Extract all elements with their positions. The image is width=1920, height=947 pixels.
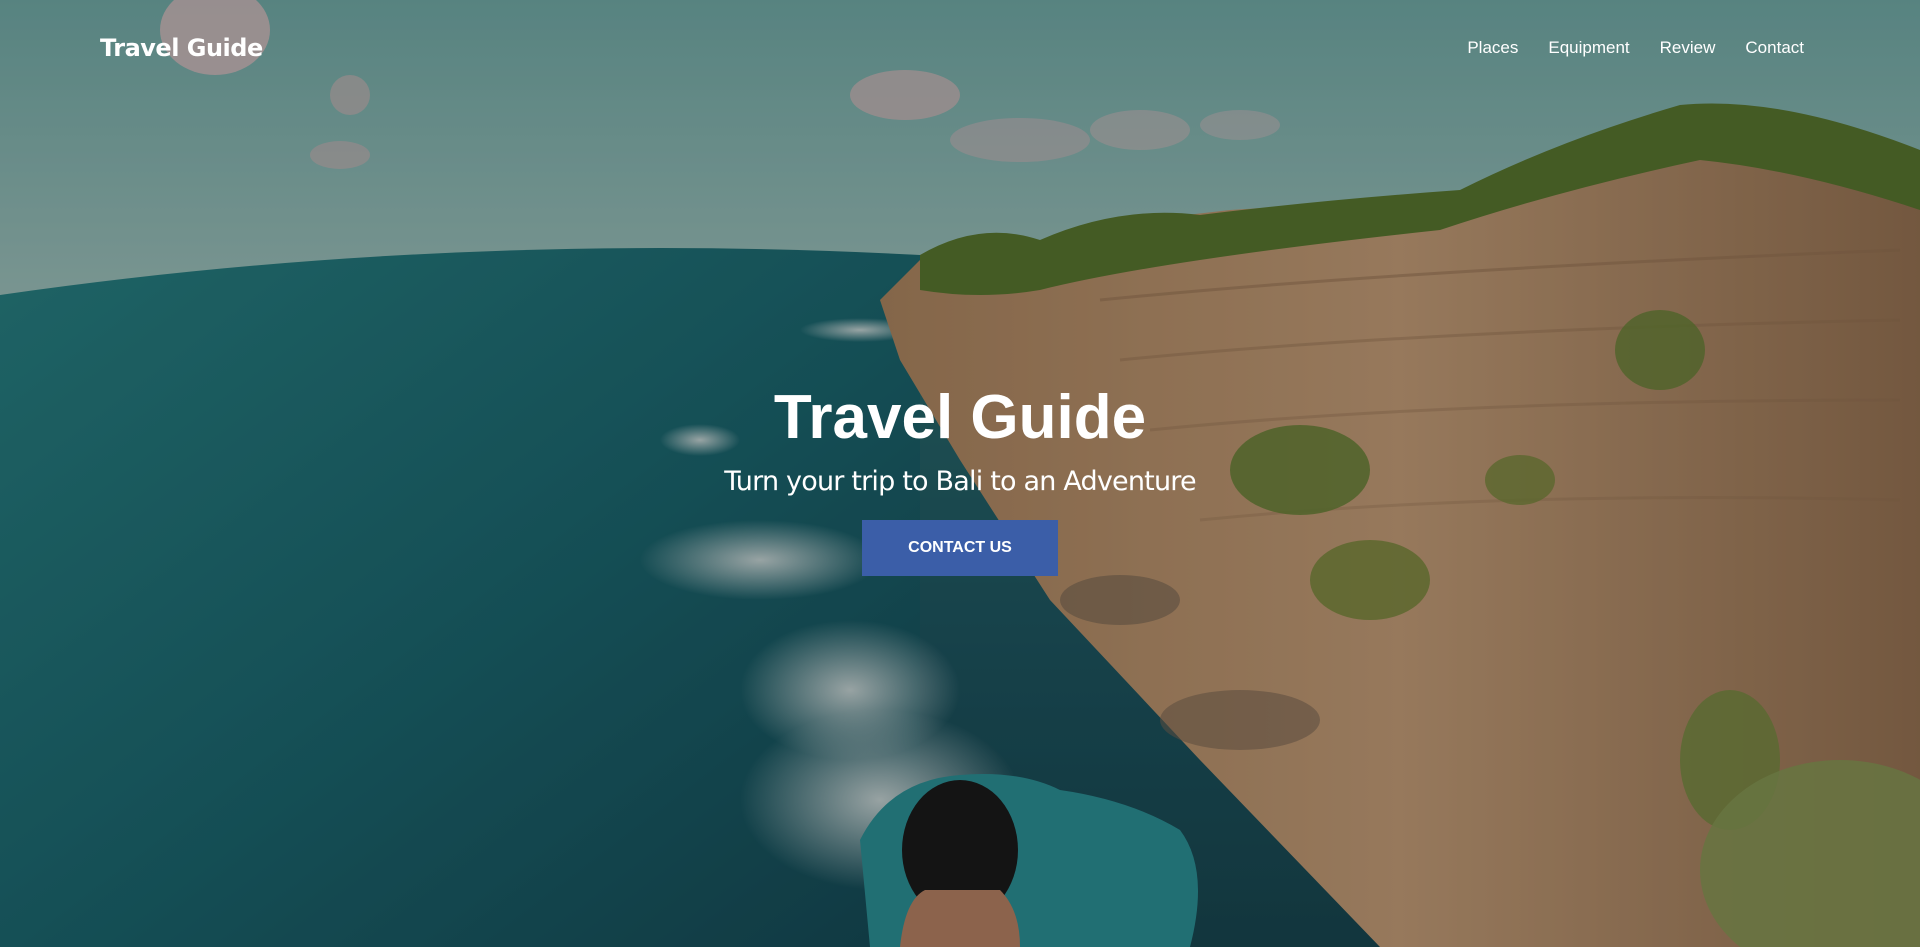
contact-us-button[interactable]: CONTACT US <box>862 520 1058 576</box>
hero-section: Travel Guide Places Equipment Review Con… <box>0 0 1920 947</box>
nav-menu: Places Equipment Review Contact <box>1437 38 1804 58</box>
nav-link-places[interactable]: Places <box>1467 38 1518 57</box>
nav-link-review[interactable]: Review <box>1660 38 1716 57</box>
hero-subtitle: Turn your trip to Bali to an Adventure <box>724 466 1196 497</box>
hero-content: Travel Guide Turn your trip to Bali to a… <box>0 382 1920 576</box>
hero-title: Travel Guide <box>773 383 1147 452</box>
navbar: Travel Guide Places Equipment Review Con… <box>0 0 1920 100</box>
brand-logo[interactable]: Travel Guide <box>100 34 263 62</box>
nav-item-equipment: Equipment <box>1548 38 1629 58</box>
nav-item-contact: Contact <box>1745 38 1804 58</box>
nav-item-places: Places <box>1467 38 1518 58</box>
nav-item-review: Review <box>1660 38 1716 58</box>
nav-link-contact[interactable]: Contact <box>1745 38 1804 57</box>
nav-link-equipment[interactable]: Equipment <box>1548 38 1629 57</box>
